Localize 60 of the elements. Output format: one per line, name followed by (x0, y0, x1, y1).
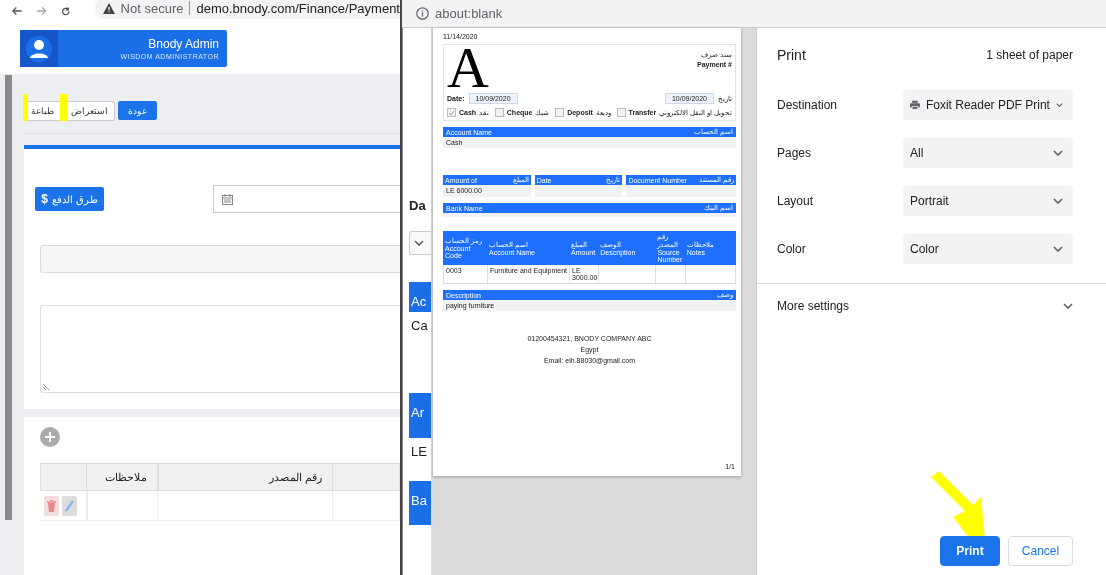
cancel-button[interactable]: Cancel (1008, 536, 1073, 566)
pencil-icon (65, 499, 74, 512)
table-cell (598, 265, 656, 284)
chevron-down-icon (414, 240, 424, 246)
setting-select[interactable]: Color (903, 234, 1073, 264)
chevron-down-icon (1063, 302, 1073, 309)
security-warning: Not secure (120, 0, 184, 16)
add-button[interactable] (40, 427, 60, 447)
checkbox[interactable] (494, 108, 504, 117)
header-cell: رقم المصدر (158, 463, 333, 491)
setting-select[interactable]: All (903, 138, 1073, 168)
edit-button[interactable] (62, 495, 77, 516)
setting-label: Pages (777, 146, 812, 160)
dialog-title: Print (777, 47, 806, 63)
more-settings-toggle[interactable]: More settings (757, 283, 1106, 327)
delete-button[interactable] (44, 495, 59, 516)
print-button[interactable]: Print (940, 536, 1000, 566)
date-field[interactable] (213, 185, 400, 213)
url-text: demo.bnody.com/Finance/Payment (196, 0, 400, 16)
url-text: about:blank (435, 6, 503, 21)
setting-label: Layout (777, 194, 814, 208)
reload-icon[interactable] (60, 5, 71, 17)
checkbox[interactable] (447, 108, 456, 117)
toolbar-button[interactable]: استعراض (64, 101, 115, 121)
forward-icon[interactable] (36, 6, 47, 16)
header-cell (333, 463, 400, 491)
table-cell (655, 265, 685, 284)
section-header-bar: Ba (409, 481, 431, 525)
setting-select[interactable]: Portrait (903, 186, 1073, 216)
page-text: LE (410, 444, 428, 459)
table-cell (684, 265, 736, 284)
setting-label: Color (777, 242, 806, 256)
printer-icon (910, 99, 920, 111)
trash-icon (47, 499, 56, 512)
logo: A (447, 45, 489, 87)
page-text: Ca (410, 318, 429, 333)
address-bar[interactable]: Not secure demo.bnody.com/Finance/Payment (94, 0, 400, 19)
setting-label: Destination (777, 98, 838, 112)
info-icon (416, 7, 429, 20)
back-icon[interactable] (12, 6, 23, 16)
input-field[interactable] (40, 245, 400, 273)
resize-grip-icon (43, 383, 50, 390)
setting-select[interactable]: Foxit Reader PDF Print (903, 90, 1073, 120)
sheet-count: 1 sheet of paper (986, 48, 1073, 62)
plus-icon (45, 432, 55, 442)
payment-methods-button[interactable]: $ طرق الدفع (35, 187, 104, 211)
calendar-icon (222, 193, 233, 205)
toolbar-button[interactable]: عودة (118, 101, 157, 120)
checkbox[interactable] (555, 108, 565, 117)
table-cell (333, 491, 400, 521)
checkbox[interactable] (616, 108, 626, 117)
header-cell: ملاحظات (87, 463, 158, 491)
dropdown-field[interactable] (409, 231, 431, 255)
user-name: Bnody Admin (147, 37, 219, 51)
text-area[interactable] (40, 305, 400, 393)
avatar-icon (26, 35, 52, 62)
page-heading: Da (409, 198, 427, 213)
section-header-bar: Ar (409, 393, 431, 438)
warning-icon (102, 2, 115, 14)
section-header-bar: Ac (409, 282, 431, 312)
